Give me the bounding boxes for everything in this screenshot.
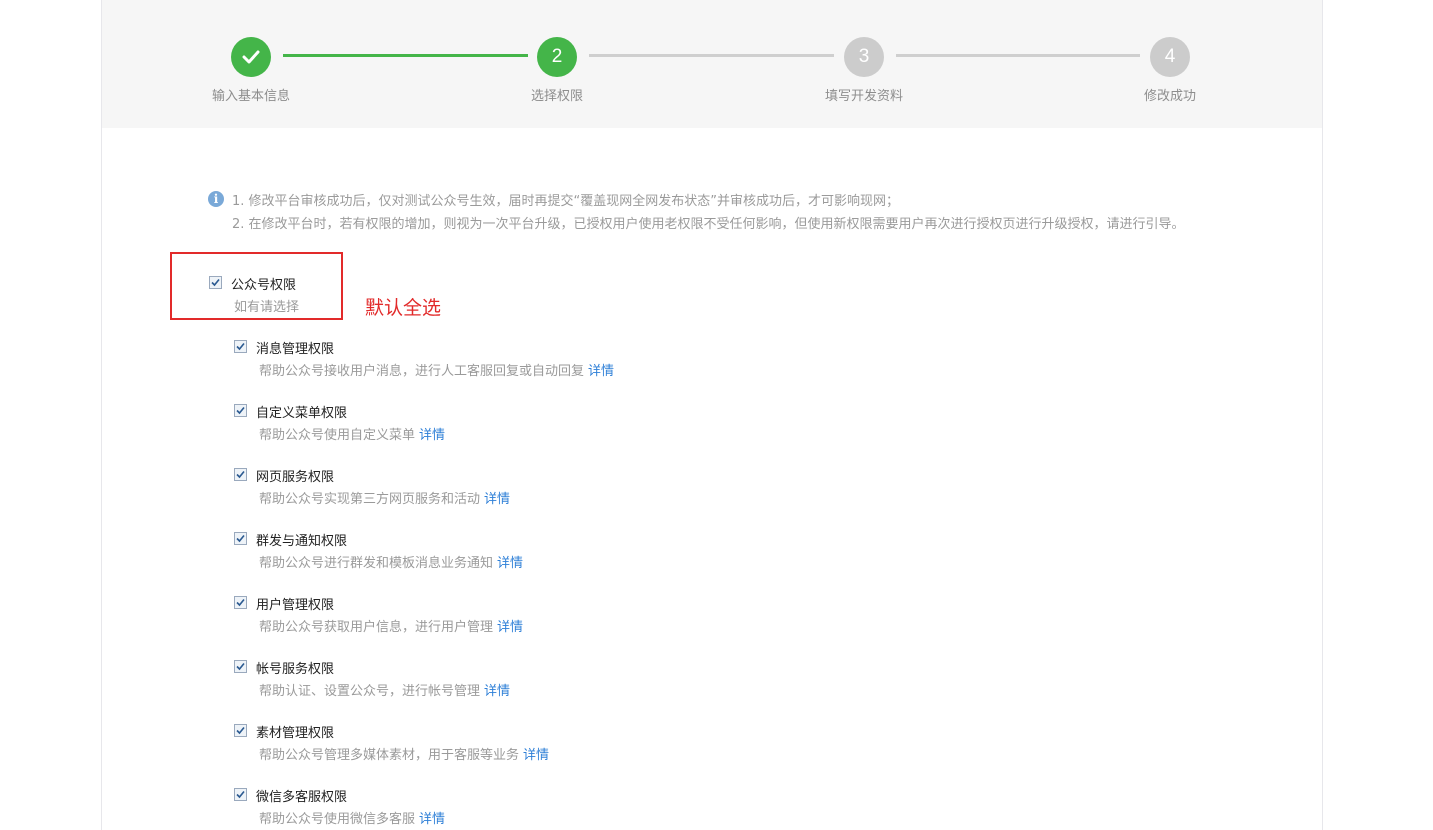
detail-link[interactable]: 详情 [484, 684, 510, 699]
step-4-circle: 4 [1150, 37, 1190, 77]
permission-checkbox[interactable] [234, 468, 247, 481]
check-icon [236, 598, 245, 607]
permission-desc: 帮助公众号进行群发和模板消息业务通知 详情 [259, 556, 524, 571]
permission-title[interactable]: 用户管理权限 [256, 594, 334, 613]
permission-desc: 帮助公众号使用微信多客服 详情 [259, 812, 446, 827]
check-icon [236, 534, 245, 543]
permission-checkbox[interactable] [234, 660, 247, 673]
check-icon [211, 278, 220, 287]
permission-checkbox[interactable] [234, 532, 247, 545]
detail-link[interactable]: 详情 [588, 364, 614, 379]
step-1-label: 输入基本信息 [211, 89, 290, 104]
group-checkbox[interactable] [209, 276, 222, 289]
permission-checkbox[interactable] [234, 724, 247, 737]
info-icon: i [208, 191, 224, 207]
permission-desc: 帮助公众号实现第三方网页服务和活动 详情 [259, 492, 511, 507]
progress-steps: 2 3 4 输入基本信息 选择权限 填写开发资料 修改成功 [102, 0, 1322, 128]
step-2-circle: 2 [537, 37, 577, 77]
permission-desc: 帮助公众号管理多媒体素材，用于客服等业务 详情 [259, 748, 550, 763]
permission-title[interactable]: 网页服务权限 [256, 466, 334, 485]
check-icon [236, 662, 245, 671]
step-1-circle [231, 37, 271, 77]
check-icon [236, 406, 245, 415]
permission-title[interactable]: 群发与通知权限 [256, 530, 347, 549]
step-2-label: 选择权限 [530, 89, 583, 104]
notice-line-1: 1. 修改平台审核成功后，仅对测试公众号生效，届时再提交“覆盖现网全网发布状态”… [232, 194, 900, 209]
permission-title[interactable]: 消息管理权限 [256, 338, 334, 357]
group-subtitle: 如有请选择 [234, 300, 300, 315]
permission-checkbox[interactable] [234, 404, 247, 417]
step-3-circle: 3 [844, 37, 884, 77]
step-connector-2 [589, 54, 834, 57]
detail-link[interactable]: 详情 [484, 492, 510, 507]
step-connector-1 [283, 54, 528, 57]
detail-link[interactable]: 详情 [419, 428, 445, 443]
detail-link[interactable]: 详情 [497, 556, 523, 571]
step-connector-3 [896, 54, 1140, 57]
permission-desc: 帮助公众号使用自定义菜单 详情 [259, 428, 446, 443]
permission-desc: 帮助认证、设置公众号，进行帐号管理 详情 [259, 684, 511, 699]
check-icon [236, 790, 245, 799]
check-icon [236, 470, 245, 479]
permission-checkbox[interactable] [234, 596, 247, 609]
permission-checkbox[interactable] [234, 340, 247, 353]
main-panel: 2 3 4 输入基本信息 选择权限 填写开发资料 修改成功 i 1. 修改平台审… [101, 0, 1323, 830]
check-icon [236, 342, 245, 351]
permission-title[interactable]: 自定义菜单权限 [256, 402, 347, 421]
permission-title[interactable]: 素材管理权限 [256, 722, 334, 741]
permission-desc: 帮助公众号获取用户信息，进行用户管理 详情 [259, 620, 524, 635]
permission-title[interactable]: 帐号服务权限 [256, 658, 334, 677]
notice-line-2: 2. 在修改平台时，若有权限的增加，则视为一次平台升级，已授权用户使用老权限不受… [232, 217, 1185, 232]
step-4-label: 修改成功 [1143, 89, 1196, 104]
permission-desc: 帮助公众号接收用户消息，进行人工客服回复或自动回复 详情 [259, 364, 615, 379]
annotation-text: 默认全选 [365, 297, 442, 319]
step-3-label: 填写开发资料 [824, 89, 903, 104]
permission-title[interactable]: 微信多客服权限 [256, 786, 347, 805]
checkmark-icon [242, 50, 260, 64]
check-icon [236, 726, 245, 735]
group-title[interactable]: 公众号权限 [231, 274, 296, 293]
detail-link[interactable]: 详情 [497, 620, 523, 635]
detail-link[interactable]: 详情 [523, 748, 549, 763]
detail-link[interactable]: 详情 [419, 812, 445, 827]
permission-checkbox[interactable] [234, 788, 247, 801]
